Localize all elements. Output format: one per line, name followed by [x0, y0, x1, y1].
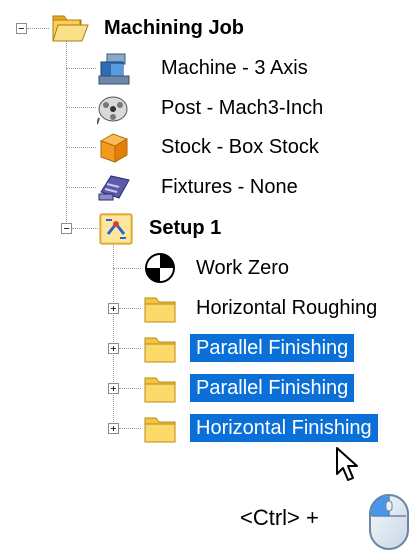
tree-line	[66, 147, 96, 148]
tree-line	[66, 68, 96, 69]
tree-line	[119, 388, 141, 389]
tree-item-work-zero[interactable]: Work Zero	[196, 254, 289, 282]
tree-line	[72, 228, 98, 229]
tree-line	[119, 308, 141, 309]
collapse-toggle[interactable]	[16, 23, 27, 34]
ctrl-click-hint: <Ctrl> +	[240, 505, 319, 530]
tree-item-fixtures[interactable]: Fixtures - None	[161, 173, 298, 201]
tree-line	[113, 268, 141, 269]
tree-line	[27, 28, 49, 29]
expand-toggle[interactable]	[108, 383, 119, 394]
tree-item-stock[interactable]: Stock - Box Stock	[161, 133, 319, 161]
expand-toggle[interactable]	[108, 343, 119, 354]
tree-item-setup[interactable]: Setup 1	[149, 214, 221, 242]
tree-item-machine[interactable]: Machine - 3 Axis	[161, 54, 308, 82]
open-folder-icon	[52, 15, 89, 42]
tree-line	[66, 107, 96, 108]
tree-line	[113, 245, 114, 430]
tree-item-parallel-finishing[interactable]: Parallel Finishing	[190, 374, 355, 402]
collapse-toggle[interactable]	[61, 223, 72, 234]
tree-line	[119, 428, 141, 429]
expand-toggle[interactable]	[108, 423, 119, 434]
folder-icon	[144, 297, 176, 323]
setup-icon	[99, 213, 133, 245]
post-reel-icon	[97, 96, 128, 125]
tree-item-parallel-finishing[interactable]: Parallel Finishing	[190, 334, 355, 362]
expand-toggle[interactable]	[108, 303, 119, 314]
tree-item-horizontal-finishing[interactable]: Horizontal Finishing	[190, 414, 378, 442]
tree-item-horizontal-roughing[interactable]: Horizontal Roughing	[196, 294, 377, 322]
tree-line	[119, 348, 141, 349]
folder-icon	[144, 417, 176, 443]
folder-icon	[144, 337, 176, 363]
mouse-left-click-icon	[369, 494, 409, 550]
folder-icon	[144, 377, 176, 403]
tree-item-machining-job[interactable]: Machining Job	[104, 14, 244, 42]
machine-icon	[98, 53, 130, 85]
tree-line	[66, 187, 96, 188]
fixtures-icon	[98, 175, 130, 201]
stock-box-icon	[99, 133, 129, 163]
mouse-pointer-icon	[336, 447, 358, 481]
tree-item-post[interactable]: Post - Mach3-Inch	[161, 94, 323, 122]
work-zero-icon	[145, 253, 175, 283]
